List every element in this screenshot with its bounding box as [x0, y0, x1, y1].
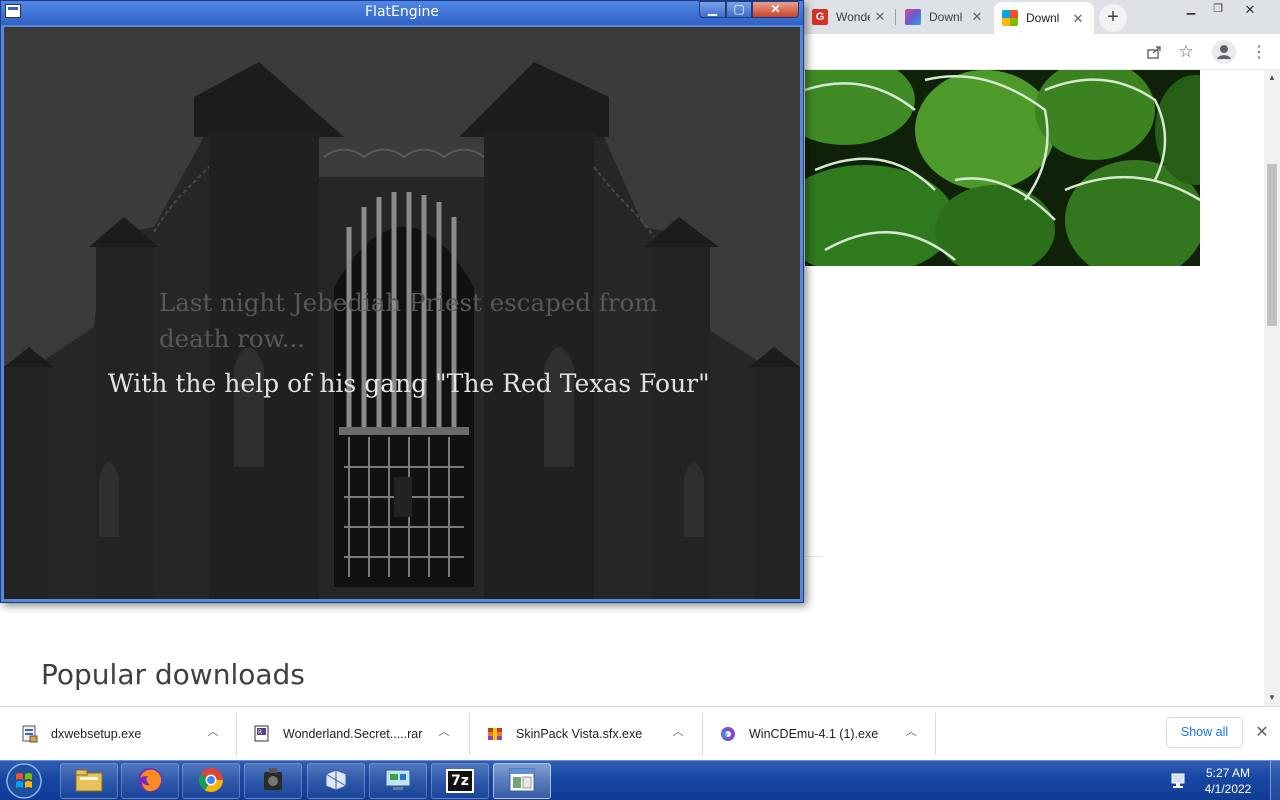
close-tab-icon[interactable]: ✕: [969, 9, 985, 25]
download-filename: WinCDEmu-4.1 (1).exe: [749, 727, 879, 741]
scroll-down-arrow-icon[interactable]: ▼: [1264, 690, 1280, 706]
svg-text:R: R: [258, 729, 262, 736]
flatengine-titlebar[interactable]: FlatEngine ▁ ▢ ✕: [1, 1, 803, 25]
profile-icon: [1212, 40, 1236, 64]
share-icon[interactable]: [1143, 41, 1165, 63]
close-window-icon[interactable]: ✕: [1237, 3, 1263, 17]
tab-separator: [895, 9, 896, 25]
story-text-faded: Last night Jebediah Priest escaped from …: [159, 288, 658, 353]
app-icon: [322, 766, 350, 797]
media-icon: [259, 766, 287, 797]
system-clock[interactable]: 5:27 AM 4/1/2022: [1196, 765, 1260, 797]
rar-archive-icon: R: [254, 725, 270, 743]
chevron-up-icon[interactable]: ︿: [205, 724, 221, 740]
download-item[interactable]: dxwebsetup.exe ︿: [22, 707, 234, 761]
new-tab-button[interactable]: +: [1099, 4, 1127, 32]
story-text: With the help of his gang "The Red Texas…: [108, 369, 710, 398]
taskbar-flatengine[interactable]: [493, 763, 551, 799]
scroll-up-arrow-icon[interactable]: ▲: [1264, 70, 1280, 86]
close-icon[interactable]: ✕: [752, 1, 799, 18]
firefox-icon: [136, 766, 164, 797]
taskbar-network-settings[interactable]: [369, 763, 427, 799]
disc-emulator-icon: [720, 725, 736, 743]
flatengine-window: FlatEngine ▁ ▢ ✕ Last night Jebediah Pri…: [0, 0, 804, 603]
downloads-bar: dxwebsetup.exe ︿ R Wonderland.Secret....…: [0, 706, 1280, 760]
file-explorer-icon: [74, 767, 104, 796]
download-separator: [469, 713, 470, 755]
taskbar-media-app[interactable]: [244, 763, 302, 799]
taskbar-7zip[interactable]: 7z: [431, 763, 489, 799]
download-filename: SkinPack Vista.sfx.exe: [516, 727, 643, 741]
maximize-icon[interactable]: ▢: [726, 1, 752, 18]
bookmark-star-icon[interactable]: ☆: [1175, 41, 1197, 63]
download-item[interactable]: WinCDEmu-4.1 (1).exe ︿: [720, 707, 932, 761]
clock-date: 4/1/2022: [1204, 782, 1252, 796]
network-settings-icon: [383, 766, 413, 797]
taskbar-firefox[interactable]: [121, 763, 179, 799]
installer-icon: [22, 725, 38, 743]
taskbar-app[interactable]: [307, 763, 365, 799]
succulent-leaves-image: [805, 70, 1200, 266]
download-filename: Wonderland.Secret.....rar: [283, 727, 423, 741]
windows-icon: [1002, 10, 1018, 26]
download-filename: dxwebsetup.exe: [51, 727, 142, 741]
tab-title: Wonderland: [836, 10, 870, 24]
windows-taskbar: 7z 5:27 AM 4/1/2022: [0, 760, 1280, 800]
divider: [805, 556, 822, 557]
download-separator: [236, 713, 237, 755]
close-tab-icon[interactable]: ✕: [872, 9, 888, 25]
game-viewport[interactable]: Last night Jebediah Priest escaped from …: [4, 27, 800, 599]
download-item[interactable]: R Wonderland.Secret.....rar ︿: [254, 707, 466, 761]
minimize-icon[interactable]: ▁: [1178, 3, 1204, 17]
start-button[interactable]: [4, 762, 44, 800]
tab-title: Download: [1026, 11, 1060, 25]
close-downloads-bar-icon[interactable]: ✕: [1252, 723, 1272, 743]
taskbar-chrome[interactable]: [182, 763, 240, 799]
profile-avatar[interactable]: [1212, 40, 1236, 64]
chrome-menu-icon[interactable]: ⋮: [1248, 41, 1270, 63]
show-desktop-button[interactable]: [1270, 761, 1280, 800]
chevron-up-icon[interactable]: ︿: [670, 724, 686, 740]
tab-download-1[interactable]: Download ✕: [897, 0, 993, 34]
tab-wonderland[interactable]: G Wonderland ✕: [804, 0, 896, 34]
download-item[interactable]: SkinPack Vista.sfx.exe ︿: [487, 707, 699, 761]
scrollbar-thumb[interactable]: [1267, 164, 1277, 326]
chevron-up-icon[interactable]: ︿: [436, 724, 452, 740]
7zip-icon: 7z: [446, 769, 474, 793]
tab-download-active[interactable]: Download ✕: [994, 2, 1094, 34]
flatengine-icon: [508, 767, 536, 796]
download-separator: [702, 713, 703, 755]
restore-icon[interactable]: ❐: [1205, 3, 1231, 17]
download-separator: [935, 713, 936, 755]
popular-downloads-heading: Popular downloads: [41, 658, 305, 691]
gradient-icon: [905, 9, 921, 25]
clock-time: 5:27 AM: [1205, 766, 1251, 780]
tab-title: Download: [929, 10, 963, 24]
package-icon: [487, 725, 503, 743]
show-all-button[interactable]: Show all: [1166, 717, 1243, 748]
network-tray-icon[interactable]: [1170, 773, 1188, 789]
window-title: FlatEngine: [365, 4, 439, 20]
chevron-up-icon[interactable]: ︿: [903, 724, 919, 740]
page-scrollbar[interactable]: ▲ ▼: [1264, 70, 1280, 706]
chrome-icon: [197, 766, 225, 797]
close-tab-icon[interactable]: ✕: [1070, 11, 1086, 27]
g-red-icon: G: [812, 9, 828, 25]
minimize-icon[interactable]: ▁: [699, 1, 726, 18]
taskbar-file-explorer[interactable]: [60, 763, 118, 799]
